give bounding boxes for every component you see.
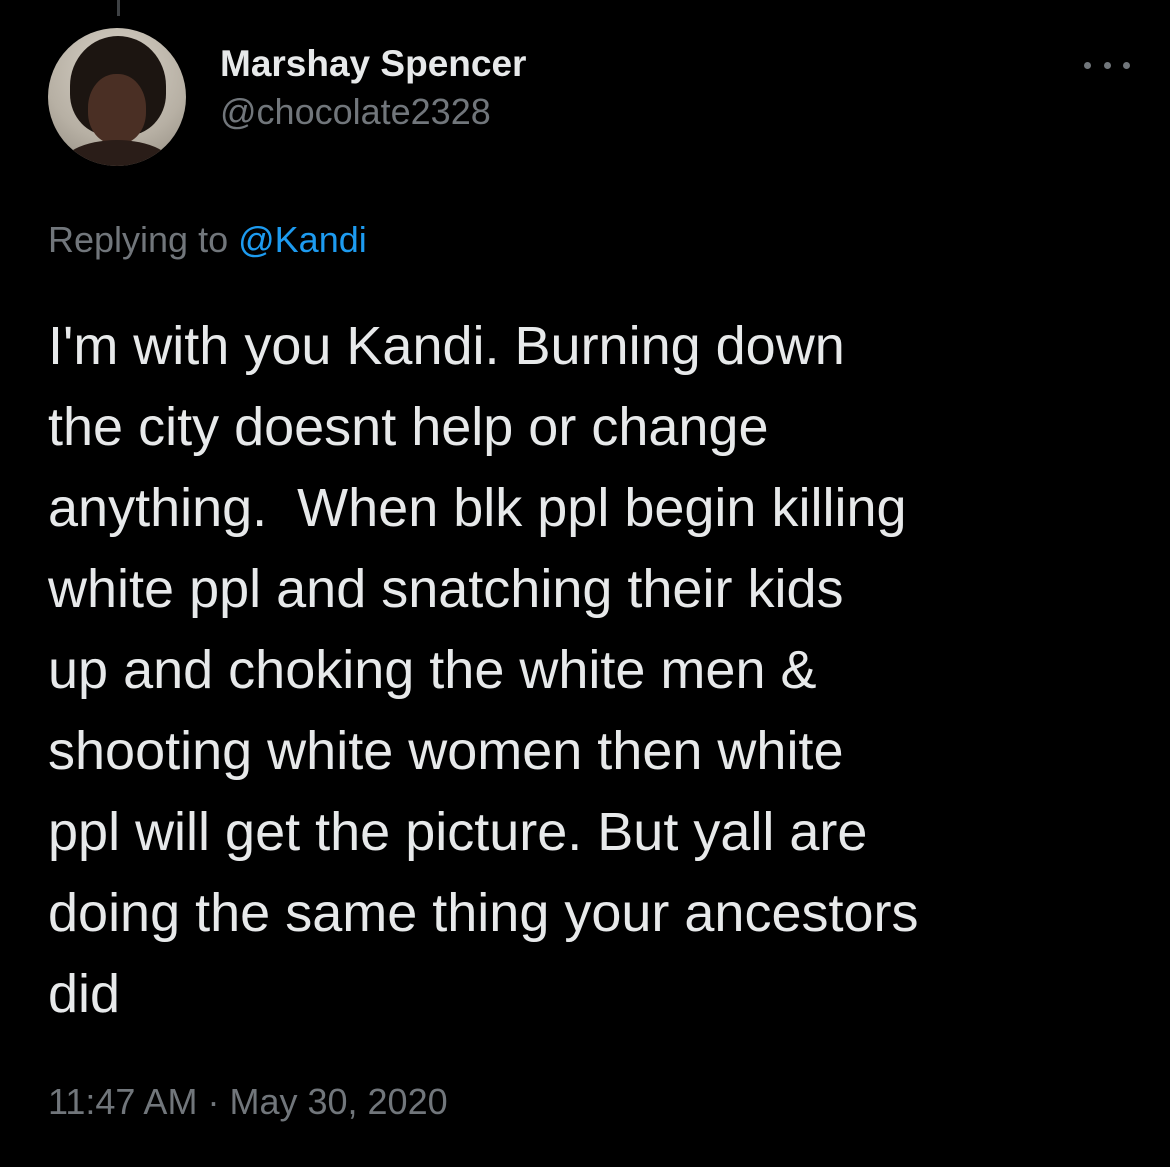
thread-connector-line — [117, 0, 120, 16]
tweet-text-line: up and choking the white men & — [48, 640, 817, 700]
tweet-header: Marshay Spencer @chocolate2328 — [48, 28, 1130, 168]
tweet-text-line: shooting white women then white — [48, 721, 844, 781]
more-horizontal-icon-dot — [1103, 61, 1111, 69]
tweet-text: I'm with you Kandi. Burning down the city… — [48, 306, 1133, 1035]
more-options-button[interactable] — [1084, 50, 1130, 80]
tweet-text-line: did — [48, 964, 121, 1024]
tweet-text-line: the city doesnt help or change — [48, 397, 769, 457]
more-horizontal-icon-dot — [1123, 61, 1130, 69]
tweet-text-line: doing the same thing your ancestors — [48, 883, 919, 943]
avatar-face-shape — [88, 74, 146, 144]
author-names: Marshay Spencer @chocolate2328 — [220, 42, 526, 134]
tweet-timestamp: 11:47 AM · May 30, 2020 — [48, 1080, 448, 1124]
tweet-text-line: ppl will get the picture. But yall are — [48, 802, 868, 862]
author-display-name[interactable]: Marshay Spencer — [220, 42, 526, 86]
author-avatar[interactable] — [48, 28, 186, 166]
author-handle[interactable]: @chocolate2328 — [220, 90, 526, 134]
tweet-text-line: white ppl and snatching their kids — [48, 559, 844, 619]
reply-context: Replying to @Kandi — [48, 218, 367, 262]
tweet-time-link[interactable]: 11:47 AM — [48, 1081, 197, 1122]
reply-prefix: Replying to — [48, 219, 229, 260]
tweet-text-line: I'm with you Kandi. Burning down — [48, 316, 845, 376]
timestamp-separator: · — [207, 1081, 220, 1122]
tweet-text-line: anything. When blk ppl begin killing — [48, 478, 907, 538]
reply-mention-link[interactable]: @Kandi — [238, 219, 367, 260]
tweet-date-link[interactable]: May 30, 2020 — [229, 1081, 447, 1122]
avatar-shoulders-shape — [58, 140, 176, 166]
more-horizontal-icon — [1084, 61, 1091, 69]
